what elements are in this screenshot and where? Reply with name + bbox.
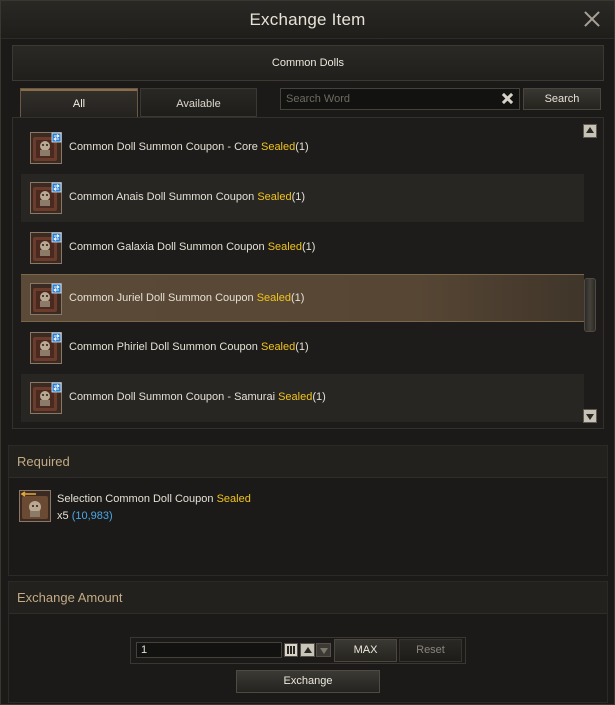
list-item[interactable]: Common Doll Summon Coupon - Core Sealed(… <box>21 124 584 172</box>
required-item-label: Selection Common Doll Coupon Sealed <box>57 493 251 505</box>
item-count: (1) <box>290 292 305 304</box>
doll-coupon-icon <box>30 332 62 364</box>
item-name: Common Juriel Doll Summon Coupon <box>69 292 254 304</box>
item-label: Common Galaxia Doll Summon Coupon Sealed… <box>69 241 315 253</box>
amount-input[interactable] <box>136 642 282 658</box>
window-title: Exchange Item <box>249 10 366 29</box>
sealed-tag: Sealed <box>256 292 291 304</box>
decrement-arrow-icon[interactable] <box>316 643 331 657</box>
item-name: Common Doll Summon Coupon - Samurai <box>69 391 276 403</box>
sealed-tag: Sealed <box>260 141 296 153</box>
search-button[interactable]: Search <box>523 88 601 110</box>
close-icon[interactable] <box>582 9 602 29</box>
item-count: (1) <box>295 341 309 353</box>
list-item[interactable]: Common Phiriel Doll Summon Coupon Sealed… <box>21 324 584 372</box>
item-name: Common Phiriel Doll Summon Coupon <box>69 341 258 353</box>
exchange-button[interactable]: Exchange <box>236 670 380 693</box>
sealed-tag: Sealed <box>260 341 296 353</box>
item-name: Common Galaxia Doll Summon Coupon <box>69 241 265 253</box>
item-name: Common Anais Doll Summon Coupon <box>69 191 255 203</box>
item-label: Common Juriel Doll Summon Coupon Sealed(… <box>69 292 304 304</box>
increment-arrow-icon[interactable] <box>300 643 315 657</box>
search-input[interactable] <box>281 89 495 109</box>
scrollbar-thumb[interactable] <box>584 278 596 332</box>
scroll-up-icon[interactable] <box>583 124 597 138</box>
item-count: (1) <box>301 241 316 253</box>
sealed-tag: Sealed <box>267 241 302 253</box>
title-bar: Exchange Item <box>1 1 614 39</box>
item-count: (1) <box>295 141 309 153</box>
required-header: Required <box>9 446 607 478</box>
required-quantity: x5 (10,983) <box>57 510 113 522</box>
required-qty: x5 <box>57 510 69 522</box>
doll-coupon-icon <box>30 382 62 414</box>
doll-coupon-icon <box>30 132 62 164</box>
list-item[interactable]: Common Doll Summon Coupon - Samurai Seal… <box>21 374 584 422</box>
item-label: Common Anais Doll Summon Coupon Sealed(1… <box>69 191 305 203</box>
owned-count: (10,983) <box>71 510 113 522</box>
item-label: Common Phiriel Doll Summon Coupon Sealed… <box>69 341 309 353</box>
sealed-tag: Sealed <box>278 391 313 403</box>
search-box <box>280 88 520 110</box>
list-item[interactable]: Common Galaxia Doll Summon Coupon Sealed… <box>21 224 584 272</box>
doll-coupon-icon <box>30 283 62 315</box>
scroll-down-icon[interactable] <box>583 409 597 423</box>
exchange-window: Exchange Item Common Dolls All Available… <box>0 0 615 705</box>
item-count: (1) <box>312 391 326 403</box>
reset-button[interactable]: Reset <box>399 639 462 662</box>
category-header: Common Dolls <box>12 45 604 81</box>
tab-available[interactable]: Available <box>140 88 257 117</box>
item-list: Common Doll Summon Coupon - Core Sealed(… <box>12 117 604 429</box>
selection-coupon-icon <box>19 490 51 522</box>
sealed-tag: Sealed <box>216 493 251 505</box>
doll-coupon-icon <box>30 182 62 214</box>
doll-coupon-icon <box>30 232 62 264</box>
amount-header: Exchange Amount <box>9 582 607 614</box>
required-item-name: Selection Common Doll Coupon <box>57 493 214 505</box>
item-count: (1) <box>291 191 306 203</box>
item-label: Common Doll Summon Coupon - Samurai Seal… <box>69 391 326 403</box>
list-item-selected[interactable]: Common Juriel Doll Summon Coupon Sealed(… <box>21 274 584 322</box>
max-button[interactable]: MAX <box>334 639 397 662</box>
sealed-tag: Sealed <box>257 191 292 203</box>
clear-search-icon[interactable] <box>501 92 514 105</box>
tab-all[interactable]: All <box>20 88 138 117</box>
calculator-icon[interactable] <box>284 643 298 657</box>
list-item[interactable]: Common Anais Doll Summon Coupon Sealed(1… <box>21 174 584 222</box>
item-label: Common Doll Summon Coupon - Core Sealed(… <box>69 141 309 153</box>
item-name: Common Doll Summon Coupon - Core <box>69 141 258 153</box>
